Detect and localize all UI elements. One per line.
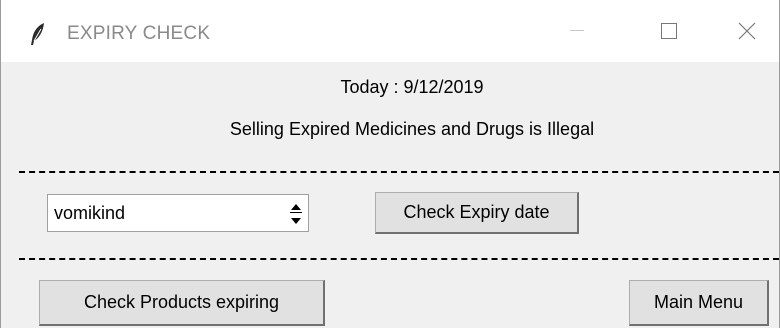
close-button[interactable]: [701, 0, 779, 62]
window-title: EXPIRY CHECK: [67, 23, 211, 44]
separator: [19, 258, 779, 260]
spinbox-arrows: [288, 199, 304, 227]
minimize-button[interactable]: [531, 0, 623, 62]
feather-icon: [29, 22, 47, 46]
main-content: Today : 9/12/2019 Selling Expired Medici…: [1, 62, 779, 328]
warning-label: Selling Expired Medicines and Drugs is I…: [229, 119, 595, 139]
product-spinbox[interactable]: vomikind: [47, 194, 309, 232]
spin-down-button[interactable]: [288, 213, 304, 227]
separator: [19, 171, 779, 173]
check-expiry-date-button[interactable]: Check Expiry date: [375, 192, 579, 234]
product-spinbox-value[interactable]: vomikind: [54, 203, 125, 224]
title-bar[interactable]: EXPIRY CHECK: [1, 0, 779, 62]
today-date-label: Today : 9/12/2019: [340, 77, 484, 97]
minimize-icon: [570, 30, 584, 32]
maximize-icon: [661, 23, 677, 39]
app-window: EXPIRY CHECK Today : 9/12/2019 Selling E…: [0, 0, 780, 328]
arrow-down-icon: [291, 211, 301, 229]
check-products-expiring-button[interactable]: Check Products expiring: [39, 280, 325, 326]
close-icon: [738, 22, 756, 40]
main-menu-button[interactable]: Main Menu: [629, 280, 769, 326]
